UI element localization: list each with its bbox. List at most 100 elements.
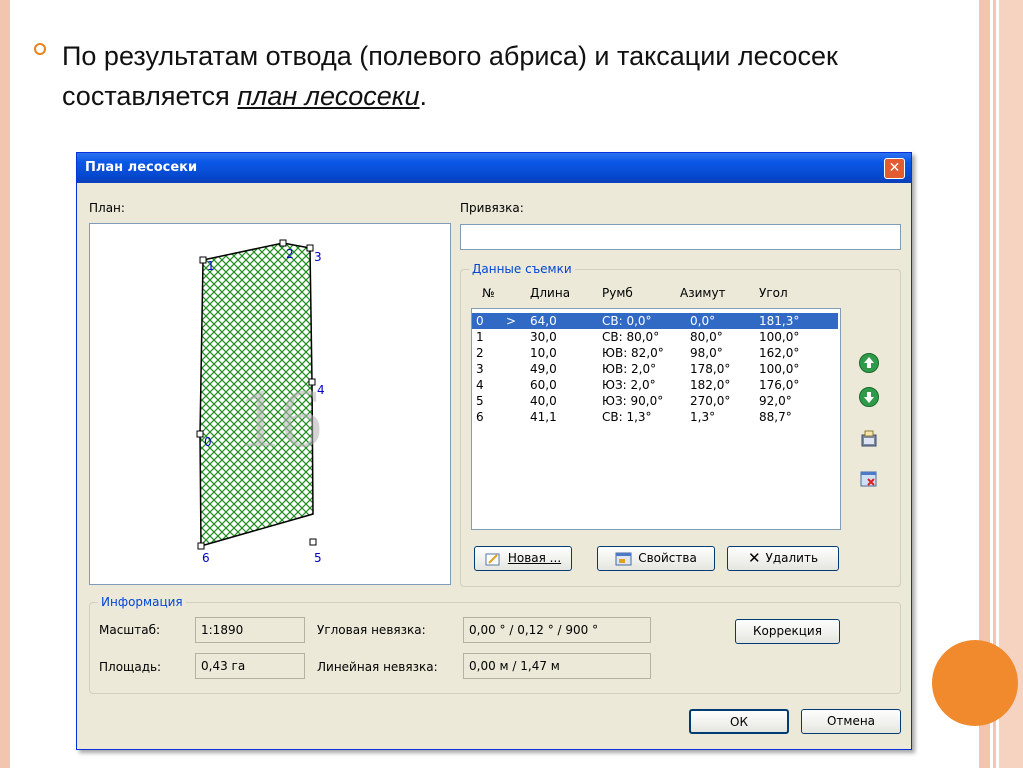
slide-text-plain: По результатам отвода (полевого абриса) …: [62, 41, 838, 111]
delete-x-icon: ✕: [747, 549, 761, 567]
row-number: 2: [476, 346, 484, 360]
angular-misclosure-label: Угловая невязка:: [317, 623, 426, 637]
plan-point-label: 6: [202, 551, 210, 565]
angular-misclosure-field: 0,00 ° / 0,12 ° / 900 °: [463, 617, 651, 643]
ok-button[interactable]: ОК: [689, 709, 789, 734]
row-azimuth: 80,0°: [690, 330, 723, 344]
plan-vertex: [308, 378, 316, 386]
table-row[interactable]: 5 40,0 ЮЗ: 90,0° 270,0° 92,0°: [472, 393, 838, 409]
plan-point-label: 5: [314, 551, 322, 565]
linear-misclosure-value: 0,00 м / 1,47 м: [469, 659, 560, 673]
table-row[interactable]: 0 > 64,0 СВ: 0,0° 0,0° 181,3°: [472, 313, 838, 329]
bullet-icon: [34, 43, 46, 55]
col-header-number[interactable]: №: [482, 286, 494, 300]
new-point-button[interactable]: Новая ...: [474, 546, 572, 571]
slide-paragraph: По результатам отвода (полевого абриса) …: [62, 36, 962, 116]
plan-watermark: 16: [238, 372, 322, 465]
row-length: 49,0: [530, 362, 557, 376]
row-length: 30,0: [530, 330, 557, 344]
survey-table[interactable]: 0 > 64,0 СВ: 0,0° 0,0° 181,3° 1 30,0 СВ:…: [471, 308, 841, 530]
edit-point-button[interactable]: [859, 429, 879, 449]
table-row[interactable]: 2 10,0 ЮВ: 82,0° 98,0° 162,0°: [472, 345, 838, 361]
row-azimuth: 182,0°: [690, 378, 731, 392]
col-header-azimuth[interactable]: Азимут: [680, 286, 726, 300]
row-azimuth: 1,3°: [690, 410, 716, 424]
ok-label: ОК: [730, 715, 748, 729]
cancel-button[interactable]: Отмена: [801, 709, 901, 734]
survey-table-header: № Длина Румб Азимут Угол: [472, 283, 842, 305]
angular-misclosure-value: 0,00 ° / 0,12 ° / 900 °: [469, 623, 599, 637]
properties-icon: [615, 552, 632, 565]
move-down-button[interactable]: [859, 387, 879, 407]
table-row[interactable]: 1 30,0 СВ: 80,0° 80,0° 100,0°: [472, 329, 838, 345]
row-rumb: ЮЗ: 2,0°: [602, 378, 656, 392]
row-number: 0: [476, 314, 484, 328]
row-azimuth: 178,0°: [690, 362, 731, 376]
properties-label: Свойства: [638, 551, 697, 565]
row-angle: 162,0°: [759, 346, 800, 360]
row-angle: 88,7°: [759, 410, 792, 424]
row-number: 5: [476, 394, 484, 408]
row-number: 3: [476, 362, 484, 376]
delete-point-button[interactable]: [859, 469, 879, 489]
row-azimuth: 0,0°: [690, 314, 716, 328]
plan-drawing: 16 1 2 3 4 0 6 5: [196, 239, 325, 565]
binding-label: Привязка:: [460, 201, 524, 215]
row-rumb: ЮЗ: 90,0°: [602, 394, 664, 408]
cancel-label: Отмена: [826, 714, 876, 728]
linear-misclosure-field: 0,00 м / 1,47 м: [463, 653, 651, 679]
row-number: 1: [476, 330, 484, 344]
slide-decor-circle: [932, 640, 1018, 726]
col-header-angle[interactable]: Угол: [759, 286, 788, 300]
row-length: 41,1: [530, 410, 557, 424]
plan-vertex: [279, 239, 287, 247]
row-rumb: СВ: 0,0°: [602, 314, 652, 328]
col-header-length[interactable]: Длина: [530, 286, 570, 300]
plan-point-label: 2: [286, 247, 294, 261]
dialog-titlebar[interactable]: План лесосеки ✕: [77, 153, 911, 183]
row-angle: 181,3°: [759, 314, 800, 328]
new-point-label: Новая ...: [507, 551, 562, 565]
correction-button[interactable]: Коррекция: [735, 619, 840, 644]
row-length: 40,0: [530, 394, 557, 408]
row-marker: >: [506, 314, 517, 328]
table-row[interactable]: 3 49,0 ЮВ: 2,0° 178,0° 100,0°: [472, 361, 838, 377]
move-up-button[interactable]: [859, 353, 879, 373]
info-group: Информация: [89, 595, 901, 694]
scale-label: Масштаб:: [99, 623, 161, 637]
properties-button[interactable]: Свойства: [597, 546, 715, 571]
row-angle: 100,0°: [759, 330, 800, 344]
plan-point-label: 4: [317, 383, 325, 397]
row-length: 10,0: [530, 346, 557, 360]
close-button[interactable]: ✕: [884, 158, 905, 179]
dialog-title: План лесосеки: [85, 160, 198, 175]
delete-button[interactable]: ✕ Удалить: [727, 546, 839, 571]
row-azimuth: 98,0°: [690, 346, 723, 360]
plan-canvas[interactable]: 16 1 2 3 4 0 6 5: [89, 223, 451, 585]
plan-vertex: [196, 430, 204, 438]
edit-point-icon: [861, 430, 877, 447]
area-value: 0,43 га: [201, 659, 246, 673]
plan-label: План:: [89, 201, 125, 215]
arrow-up-icon: [864, 357, 874, 368]
row-number: 6: [476, 410, 484, 424]
survey-group-title: Данные съемки: [469, 262, 575, 276]
row-azimuth: 270,0°: [690, 394, 731, 408]
table-row[interactable]: 6 41,1 СВ: 1,3° 1,3° 88,7°: [472, 409, 838, 425]
slide-text-emphasis: план лесосеки: [237, 81, 420, 111]
plan-point-label: 0: [204, 435, 212, 449]
plan-vertex: [199, 256, 207, 264]
linear-misclosure-label: Линейная невязка:: [317, 660, 438, 674]
row-rumb: ЮВ: 2,0°: [602, 362, 657, 376]
delete-point-icon: [860, 471, 877, 487]
row-rumb: СВ: 80,0°: [602, 330, 660, 344]
table-row[interactable]: 4 60,0 ЮЗ: 2,0° 182,0° 176,0°: [472, 377, 838, 393]
plan-vertex: [309, 538, 317, 546]
plan-vertex: [197, 542, 205, 550]
info-group-title: Информация: [98, 595, 186, 609]
row-angle: 176,0°: [759, 378, 800, 392]
plan-dialog: План лесосеки ✕ План: 16 1 2 3 4 0 6 5 П…: [76, 152, 912, 750]
col-header-rumb[interactable]: Румб: [602, 286, 633, 300]
area-field: 0,43 га: [195, 653, 305, 679]
binding-input[interactable]: [460, 224, 901, 250]
